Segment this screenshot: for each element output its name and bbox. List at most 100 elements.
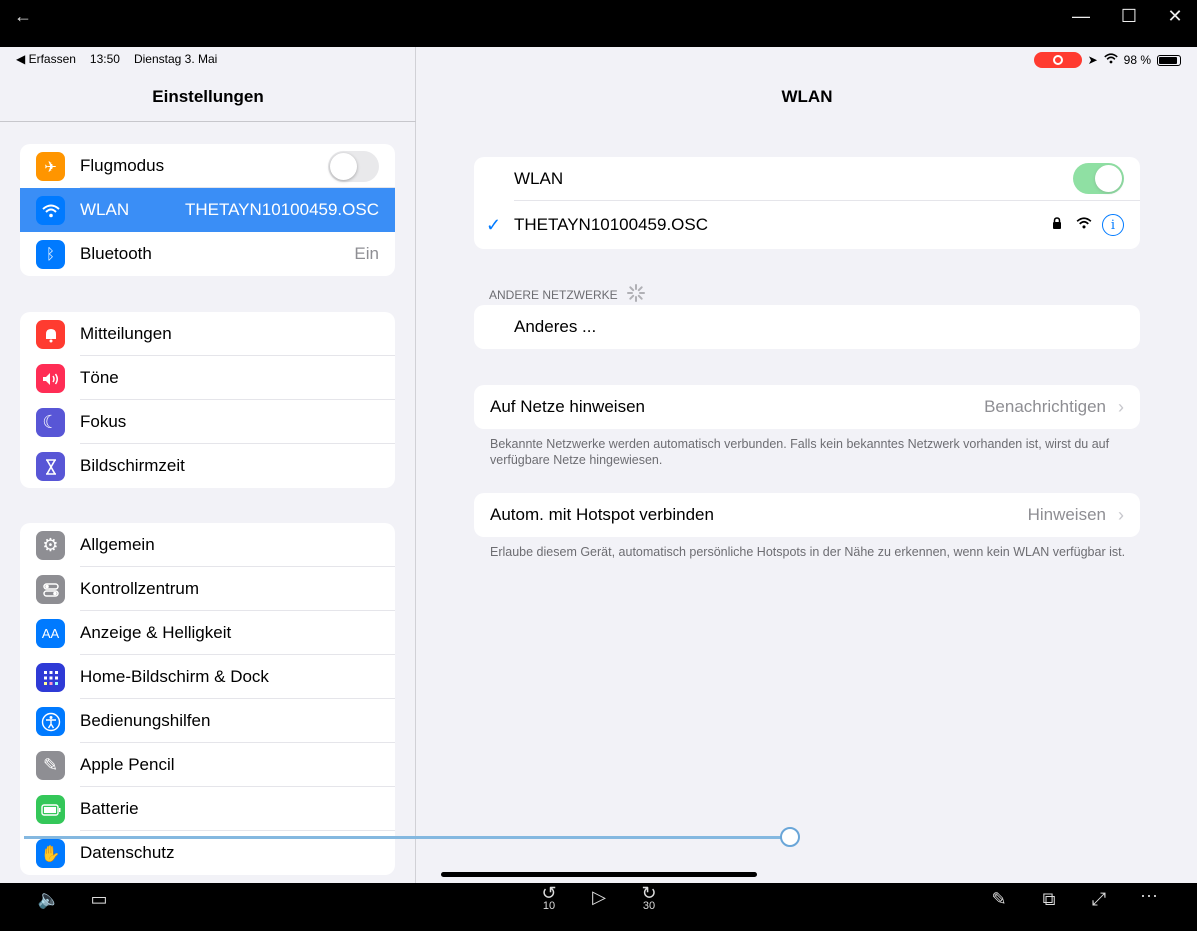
accessibility-icon bbox=[36, 707, 65, 736]
sidebar-item-label: Apple Pencil bbox=[80, 755, 175, 774]
wlan-toggle[interactable] bbox=[1073, 163, 1124, 194]
moon-icon: ☾ bbox=[36, 408, 65, 437]
wlan-detail-pane: ➤ 98 % WLAN WLAN ✓ THETAYN10100459.OSC i… bbox=[417, 47, 1197, 883]
forward-button[interactable]: ↻ 30 bbox=[634, 883, 664, 912]
sidebar-item-toene[interactable]: Töne bbox=[20, 356, 395, 400]
sidebar-item-label: Töne bbox=[80, 368, 119, 387]
divider bbox=[0, 121, 416, 122]
wifi-status-icon bbox=[1103, 53, 1118, 67]
play-button[interactable]: ▷ bbox=[584, 887, 614, 908]
wlan-card: WLAN ✓ THETAYN10100459.OSC i bbox=[474, 157, 1140, 249]
maximize-button[interactable]: ☐ bbox=[1117, 6, 1141, 27]
switches-icon bbox=[36, 575, 65, 604]
sidebar-item-label: Fokus bbox=[80, 412, 127, 431]
sidebar-item-label: Home-Bildschirm & Dock bbox=[80, 667, 269, 686]
hourglass-icon bbox=[36, 452, 65, 481]
sidebar-item-fokus[interactable]: ☾ Fokus bbox=[20, 400, 395, 444]
info-icon[interactable]: i bbox=[1102, 214, 1124, 236]
rewind-button[interactable]: ↺ 10 bbox=[534, 883, 564, 912]
screen-recording-icon[interactable] bbox=[1033, 52, 1082, 68]
hotspot-note: Erlaube diesem Gerät, automatisch persön… bbox=[490, 545, 1126, 559]
volume-icon[interactable]: 🔈 bbox=[34, 889, 64, 910]
sidebar-item-label: Allgemein bbox=[80, 535, 155, 554]
window-titlebar: ← — ☐ ✕ bbox=[0, 0, 1197, 47]
battery-percent: 98 % bbox=[1123, 53, 1151, 67]
sidebar-item-bluetooth[interactable]: ᛒ Bluetooth Ein bbox=[20, 232, 395, 276]
wlan-label: WLAN bbox=[514, 169, 564, 188]
section-header-label: ANDERE NETZWERKE bbox=[489, 287, 618, 302]
page-title: WLAN bbox=[781, 87, 833, 106]
other-network-row[interactable]: Anderes ... bbox=[474, 305, 1140, 349]
grid-icon bbox=[36, 663, 65, 692]
ask-to-join-value: Benachrichtigen bbox=[984, 397, 1106, 416]
player-controls: 🔈 ▭ ↺ 10 ▷ ↻ 30 ✎ ⧉ ⤢ ··· bbox=[0, 883, 1197, 931]
lock-icon bbox=[1052, 216, 1062, 234]
sidebar-title: Einstellungen bbox=[152, 87, 264, 106]
text-size-icon: AA bbox=[36, 619, 65, 648]
ask-to-join-card: Auf Netze hinweisen Benachrichtigen › bbox=[474, 385, 1140, 429]
wlan-toggle-row: WLAN bbox=[474, 157, 1140, 201]
sidebar-item-value: Ein bbox=[354, 244, 379, 263]
scrubber-handle[interactable] bbox=[780, 827, 800, 847]
hotspot-card: Autom. mit Hotspot verbinden Hinweisen › bbox=[474, 493, 1140, 537]
back-to-app-link[interactable]: ◀ Erfassen bbox=[16, 52, 76, 66]
chevron-right-icon: › bbox=[1118, 396, 1124, 417]
ask-to-join-note: Bekannte Netzwerke werden automatisch ve… bbox=[490, 437, 1110, 467]
sidebar-group-connectivity: ✈ Flugmodus WLAN THETAYN10100459.OSC ᛒ B… bbox=[20, 144, 395, 276]
status-bar-left: ◀ Erfassen 13:50 Dienstag 3. Mai bbox=[16, 52, 217, 66]
picture-in-picture-icon[interactable]: ⧉ bbox=[1034, 889, 1064, 910]
battery-status-icon bbox=[1157, 54, 1181, 66]
status-time: 13:50 bbox=[89, 52, 120, 66]
sidebar-item-label: Flugmodus bbox=[80, 156, 165, 175]
speaker-icon bbox=[36, 364, 65, 393]
sidebar-item-mitteilungen[interactable]: Mitteilungen bbox=[20, 312, 395, 356]
fullscreen-icon[interactable]: ⤢ bbox=[1084, 889, 1114, 910]
forward-seconds: 30 bbox=[642, 900, 656, 912]
sidebar-item-label: Mitteilungen bbox=[80, 324, 172, 343]
hotspot-value: Hinweisen bbox=[1027, 505, 1106, 524]
section-header-other-networks: ANDERE NETZWERKE bbox=[489, 283, 646, 306]
sidebar-item-label: Anzeige & Helligkeit bbox=[80, 623, 232, 642]
sidebar-item-value: THETAYN10100459.OSC bbox=[184, 200, 379, 219]
sidebar-group-general: ⚙ Allgemein Kontrollzentrum AA Anzeige &… bbox=[20, 523, 395, 875]
ipad-screen: ◀ Erfassen 13:50 Dienstag 3. Mai Einstel… bbox=[0, 47, 1197, 883]
flugmodus-toggle[interactable] bbox=[328, 151, 379, 182]
sidebar-item-wlan[interactable]: WLAN THETAYN10100459.OSC bbox=[20, 188, 395, 232]
sidebar-item-label: Batterie bbox=[80, 799, 139, 818]
hotspot-row[interactable]: Autom. mit Hotspot verbinden Hinweisen › bbox=[474, 493, 1140, 537]
sidebar-item-anzeige[interactable]: AA Anzeige & Helligkeit bbox=[20, 611, 395, 655]
sidebar-item-label: Bildschirmzeit bbox=[80, 456, 185, 475]
sidebar-item-allgemein[interactable]: ⚙ Allgemein bbox=[20, 523, 395, 567]
edit-icon[interactable]: ✎ bbox=[984, 889, 1014, 910]
pencil-icon: ✎ bbox=[36, 751, 65, 780]
sidebar-item-kontrollzentrum[interactable]: Kontrollzentrum bbox=[20, 567, 395, 611]
home-indicator[interactable] bbox=[441, 872, 757, 877]
playback-scrubber[interactable] bbox=[24, 836, 790, 839]
back-arrow-icon[interactable]: ← bbox=[14, 6, 32, 27]
sidebar-item-apple-pencil[interactable]: ✎ Apple Pencil bbox=[20, 743, 395, 787]
sidebar-item-bedienungshilfen[interactable]: Bedienungshilfen bbox=[20, 699, 395, 743]
captions-icon[interactable]: ▭ bbox=[84, 889, 114, 910]
sidebar-item-label: Bluetooth bbox=[80, 244, 152, 263]
gear-icon: ⚙ bbox=[36, 531, 65, 560]
more-icon[interactable]: ··· bbox=[1134, 885, 1164, 906]
status-bar-right: ➤ 98 % bbox=[1033, 52, 1181, 68]
location-icon: ➤ bbox=[1087, 53, 1098, 67]
connected-network-row[interactable]: ✓ THETAYN10100459.OSC i bbox=[474, 201, 1140, 249]
sidebar-group-notifications: Mitteilungen Töne ☾ Fokus Bildschirmzeit bbox=[20, 312, 395, 488]
sidebar-item-bildschirmzeit[interactable]: Bildschirmzeit bbox=[20, 444, 395, 488]
chevron-right-icon: › bbox=[1118, 504, 1124, 525]
close-button[interactable]: ✕ bbox=[1163, 6, 1187, 27]
minimize-button[interactable]: — bbox=[1069, 6, 1093, 27]
sidebar-item-label: Datenschutz bbox=[80, 843, 175, 862]
hand-icon: ✋ bbox=[36, 839, 65, 868]
ask-to-join-row[interactable]: Auf Netze hinweisen Benachrichtigen › bbox=[474, 385, 1140, 429]
sidebar-item-batterie[interactable]: Batterie bbox=[20, 787, 395, 831]
wifi-signal-icon bbox=[1076, 216, 1092, 234]
network-name: THETAYN10100459.OSC bbox=[514, 215, 709, 234]
other-networks-card: Anderes ... bbox=[474, 305, 1140, 349]
sidebar-item-home-bildschirm[interactable]: Home-Bildschirm & Dock bbox=[20, 655, 395, 699]
battery-icon bbox=[36, 795, 65, 824]
sidebar-item-flugmodus[interactable]: ✈ Flugmodus bbox=[20, 144, 395, 188]
bluetooth-icon: ᛒ bbox=[36, 240, 65, 269]
